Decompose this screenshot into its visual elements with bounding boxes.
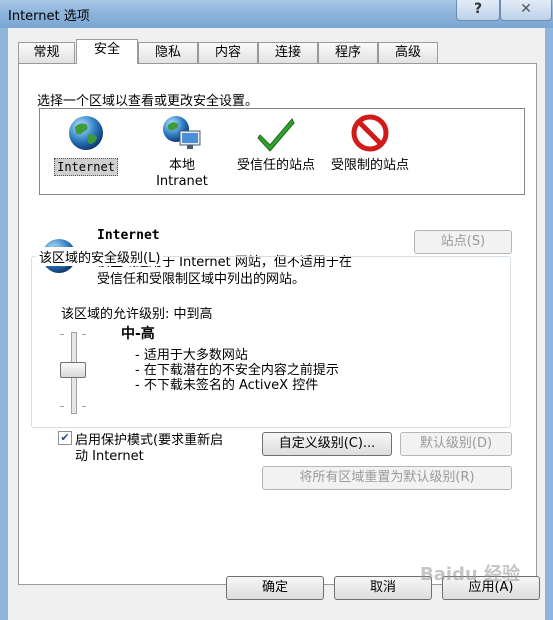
trusted-check-icon xyxy=(257,118,295,152)
security-level-group-title: 该区域的安全级别(L) xyxy=(36,247,164,266)
allowed-level-text: 该区域的允许级别: 中到高 xyxy=(61,307,213,322)
default-level-button[interactable]: 默认级别(D) xyxy=(400,432,512,456)
help-button[interactable]: ? xyxy=(456,0,500,21)
window-frame-right xyxy=(545,28,553,620)
zone-local-intranet-label-line1: 本地 xyxy=(168,158,195,173)
level-name: 中-高 xyxy=(121,326,155,342)
tab-connections[interactable]: 连接 xyxy=(258,42,318,63)
window-frame-left xyxy=(0,28,8,620)
title-bar: Internet 选项 ? ✕ xyxy=(0,0,553,28)
tab-programs[interactable]: 程序 xyxy=(318,42,378,63)
restricted-icon xyxy=(351,114,389,152)
dialog-client: 常规 安全 隐私 内容 连接 程序 高级 选择一个区域以查看或更改安全设置。 I… xyxy=(8,28,545,620)
ok-button[interactable]: 确定 xyxy=(226,576,324,600)
zone-restricted-sites[interactable]: 受限制的站点 xyxy=(324,113,416,174)
globe-icon xyxy=(69,116,103,150)
zone-local-intranet[interactable]: 本地 Intranet xyxy=(144,113,220,190)
zone-trusted-sites-label: 受信任的站点 xyxy=(236,158,315,173)
zone-prompt: 选择一个区域以查看或更改安全设置。 xyxy=(37,94,259,109)
slider-tick xyxy=(82,406,86,407)
custom-level-button[interactable]: 自定义级别(C)... xyxy=(262,432,392,456)
security-level-group xyxy=(31,256,511,428)
zone-list[interactable]: Internet 本地 Intranet 受信任的站点 受限制的站点 xyxy=(39,108,525,195)
tab-content[interactable]: 内容 xyxy=(198,42,258,63)
tab-privacy[interactable]: 隐私 xyxy=(138,42,198,63)
slider-tick xyxy=(60,334,64,335)
reset-all-zones-button[interactable]: 将所有区域重置为默认级别(R) xyxy=(262,466,512,490)
cancel-button[interactable]: 取消 xyxy=(334,576,432,600)
zone-trusted-sites[interactable]: 受信任的站点 xyxy=(230,113,322,174)
slider-tick xyxy=(60,406,64,407)
protected-mode-label-line2: 动 Internet xyxy=(75,449,144,464)
slider-tick xyxy=(82,334,86,335)
security-slider-thumb[interactable] xyxy=(60,362,86,378)
window-title: Internet 选项 xyxy=(8,9,90,24)
sites-button[interactable]: 站点(S) xyxy=(414,230,512,254)
zone-local-intranet-label-line2: Intranet xyxy=(156,174,208,189)
zone-info-title: Internet xyxy=(97,228,160,243)
zone-restricted-sites-label: 受限制的站点 xyxy=(330,158,409,173)
level-bullet-3: - 不下载未签名的 ActiveX 控件 xyxy=(135,378,319,393)
zone-internet-label: Internet xyxy=(54,158,118,176)
protected-mode-checkbox[interactable]: ✔ xyxy=(58,431,72,445)
watermark: Baidu 经验 xyxy=(420,564,521,585)
close-button[interactable]: ✕ xyxy=(500,0,552,21)
zone-internet[interactable]: Internet xyxy=(50,113,122,176)
tab-advanced[interactable]: 高级 xyxy=(378,42,438,63)
local-intranet-icon xyxy=(163,116,201,149)
tab-general[interactable]: 常规 xyxy=(18,42,75,63)
tab-security[interactable]: 安全 xyxy=(76,39,138,64)
